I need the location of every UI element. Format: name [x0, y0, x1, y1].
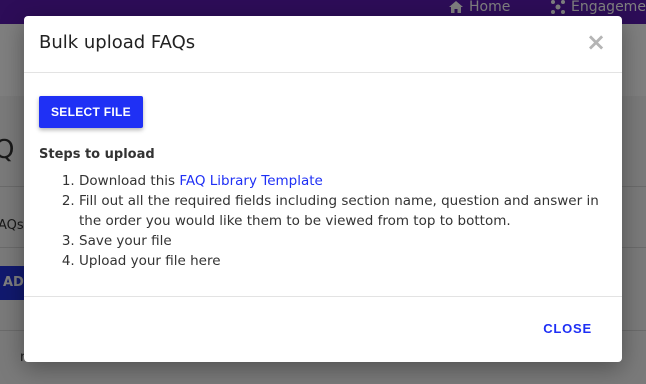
bulk-upload-dialog: Bulk upload FAQs × SELECT FILE Steps to …: [24, 16, 622, 362]
step-text: Upload your file here: [79, 253, 221, 269]
select-file-button[interactable]: SELECT FILE: [39, 96, 143, 128]
steps-title: Steps to upload: [39, 147, 155, 162]
steps-list: Download this FAQ Library Template Fill …: [39, 171, 599, 271]
dialog-header: Bulk upload FAQs ×: [24, 16, 622, 73]
step-item: Fill out all the required fields includi…: [79, 191, 599, 231]
step-text: Download this: [79, 173, 180, 189]
faq-template-link[interactable]: FAQ Library Template: [179, 173, 323, 189]
dialog-title: Bulk upload FAQs: [39, 32, 196, 53]
step-item: Upload your file here: [79, 251, 599, 271]
close-icon[interactable]: ×: [586, 30, 606, 54]
step-item: Download this FAQ Library Template: [79, 171, 599, 191]
step-text: Save your file: [79, 233, 172, 249]
step-item: Save your file: [79, 231, 599, 251]
step-text: Fill out all the required fields includi…: [79, 193, 599, 229]
dialog-footer: CLOSE: [24, 296, 622, 363]
close-button[interactable]: CLOSE: [543, 321, 592, 336]
